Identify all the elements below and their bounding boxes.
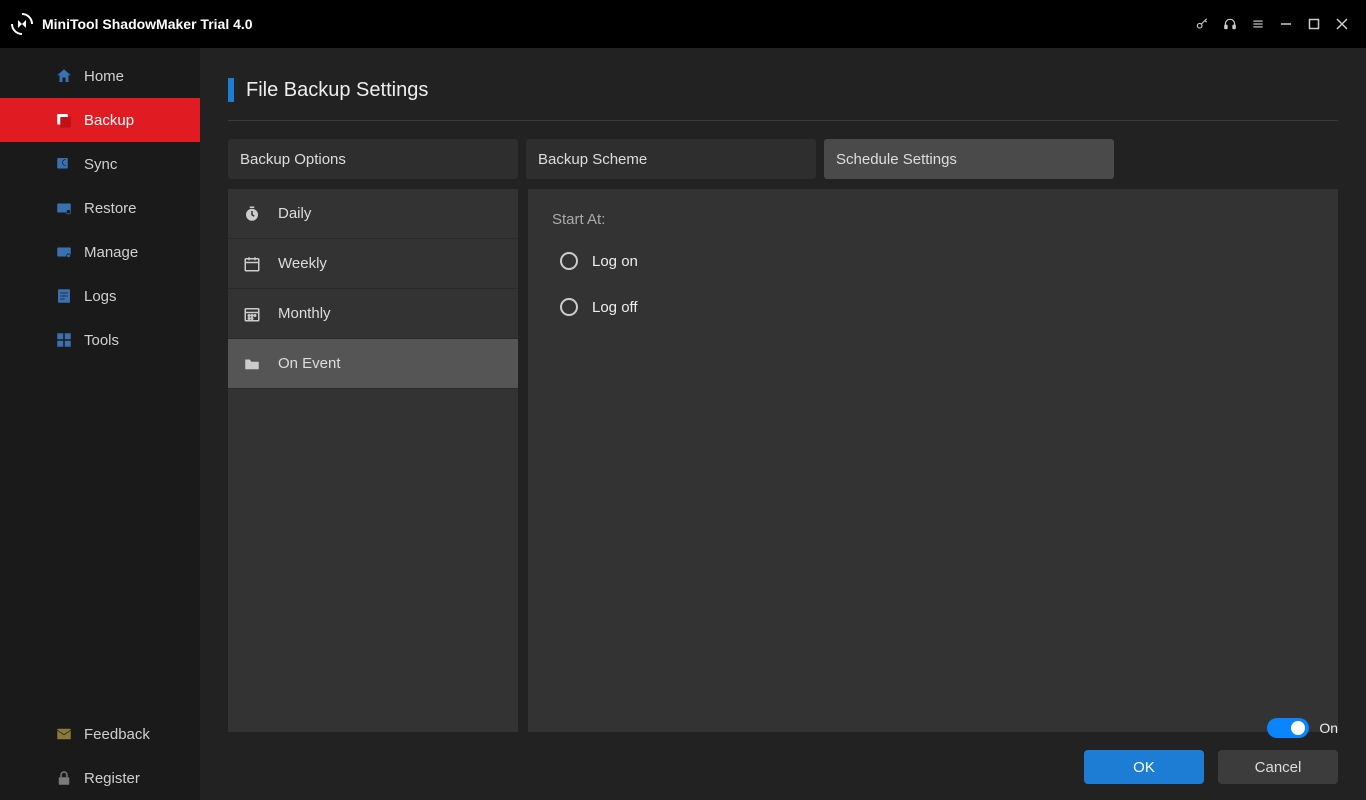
radio-log-on[interactable]: Log on: [552, 252, 1314, 270]
sync-icon: [54, 154, 74, 174]
settings-tabs: Backup Options Backup Scheme Schedule Se…: [228, 139, 1338, 179]
toggle-label: On: [1319, 720, 1338, 736]
schedule-mode-label: Monthly: [278, 305, 331, 322]
schedule-mode-label: Daily: [278, 205, 311, 222]
schedule-mode-on-event[interactable]: On Event: [228, 339, 518, 389]
lock-icon: [54, 768, 74, 788]
sidebar-item-logs[interactable]: Logs: [0, 274, 200, 318]
tab-schedule-settings[interactable]: Schedule Settings: [824, 139, 1114, 179]
sidebar-item-label: Logs: [84, 288, 117, 305]
schedule-mode-weekly[interactable]: Weekly: [228, 239, 518, 289]
schedule-mode-label: On Event: [278, 355, 341, 372]
sidebar-item-label: Restore: [84, 200, 137, 217]
sidebar-item-manage[interactable]: Manage: [0, 230, 200, 274]
radio-label: Log off: [592, 299, 638, 316]
calendar-month-icon: [242, 304, 262, 324]
tab-backup-options[interactable]: Backup Options: [228, 139, 518, 179]
schedule-mode-label: Weekly: [278, 255, 327, 272]
page-title: File Backup Settings: [246, 79, 428, 102]
sidebar-item-label: Tools: [84, 332, 119, 349]
sidebar-item-label: Register: [84, 770, 140, 787]
toggle-switch[interactable]: [1267, 718, 1309, 738]
sidebar-item-tools[interactable]: Tools: [0, 318, 200, 362]
sidebar-item-label: Feedback: [84, 726, 150, 743]
key-icon[interactable]: [1188, 10, 1216, 38]
app-logo-icon: [10, 12, 34, 36]
main-panel: File Backup Settings Backup Options Back…: [200, 48, 1366, 800]
tab-backup-scheme[interactable]: Backup Scheme: [526, 139, 816, 179]
toggle-knob: [1291, 721, 1305, 735]
schedule-mode-list: Daily Weekly Monthly On Event: [228, 189, 518, 732]
feedback-icon: [54, 724, 74, 744]
radio-icon: [560, 298, 578, 316]
sidebar-item-label: Sync: [84, 156, 117, 173]
radio-log-off[interactable]: Log off: [552, 298, 1314, 316]
maximize-icon[interactable]: [1300, 10, 1328, 38]
cancel-button[interactable]: Cancel: [1218, 750, 1338, 784]
dialog-footer: OK Cancel: [228, 732, 1338, 784]
calendar-week-icon: [242, 254, 262, 274]
schedule-mode-monthly[interactable]: Monthly: [228, 289, 518, 339]
clock-icon: [242, 204, 262, 224]
close-icon[interactable]: [1328, 10, 1356, 38]
menu-icon[interactable]: [1244, 10, 1272, 38]
sidebar-item-label: Backup: [84, 112, 134, 129]
sidebar-item-sync[interactable]: Sync: [0, 142, 200, 186]
sidebar: Home Backup Sync Restore Manage Logs Too…: [0, 48, 200, 800]
radio-icon: [560, 252, 578, 270]
start-at-label: Start At:: [552, 211, 1314, 228]
page-title-row: File Backup Settings: [228, 78, 1338, 102]
tools-icon: [54, 330, 74, 350]
backup-icon: [54, 110, 74, 130]
page-title-accent: [228, 78, 234, 102]
sidebar-item-backup[interactable]: Backup: [0, 98, 200, 142]
schedule-mode-daily[interactable]: Daily: [228, 189, 518, 239]
title-bar: MiniTool ShadowMaker Trial 4.0: [0, 0, 1366, 48]
logs-icon: [54, 286, 74, 306]
minimize-icon[interactable]: [1272, 10, 1300, 38]
sidebar-item-label: Manage: [84, 244, 138, 261]
home-icon: [54, 66, 74, 86]
radio-label: Log on: [592, 253, 638, 270]
sidebar-item-feedback[interactable]: Feedback: [0, 712, 200, 756]
manage-icon: [54, 242, 74, 262]
sidebar-item-home[interactable]: Home: [0, 54, 200, 98]
sidebar-item-label: Home: [84, 68, 124, 85]
headset-icon[interactable]: [1216, 10, 1244, 38]
app-title: MiniTool ShadowMaker Trial 4.0: [42, 16, 253, 32]
schedule-detail-panel: Start At: Log on Log off: [528, 189, 1338, 732]
ok-button[interactable]: OK: [1084, 750, 1204, 784]
sidebar-item-restore[interactable]: Restore: [0, 186, 200, 230]
schedule-toggle[interactable]: On: [1267, 718, 1338, 738]
folder-icon: [242, 354, 262, 374]
restore-icon: [54, 198, 74, 218]
sidebar-item-register[interactable]: Register: [0, 756, 200, 800]
divider: [228, 120, 1338, 121]
